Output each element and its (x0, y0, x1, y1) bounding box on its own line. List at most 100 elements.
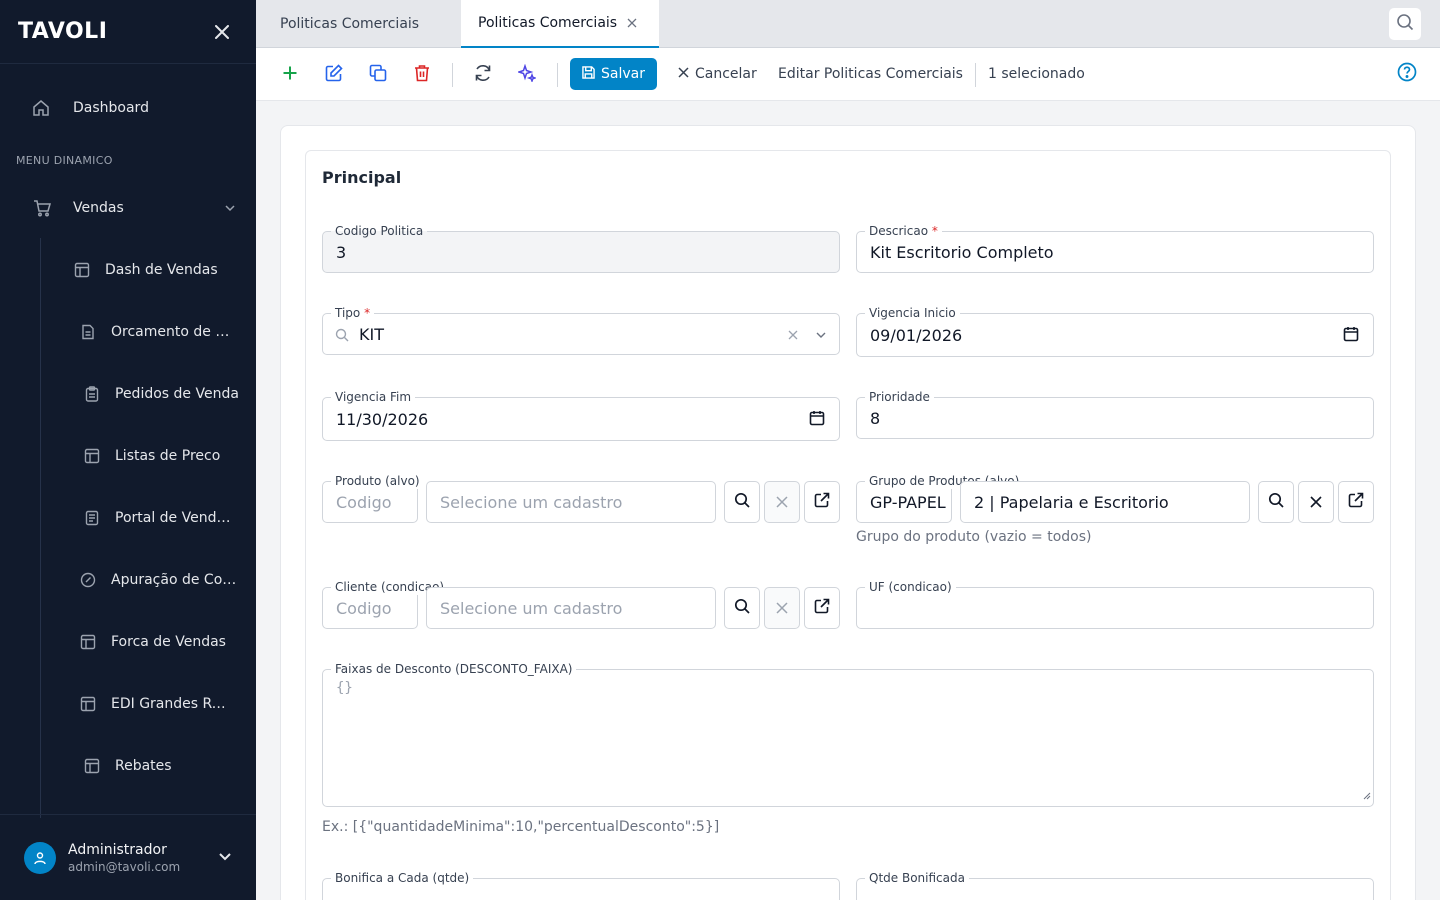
clear-icon[interactable] (787, 327, 799, 346)
avatar (24, 841, 56, 874)
plus-icon (282, 65, 298, 85)
toolbar-divider (452, 63, 453, 87)
sidebar: TAVOLI Dashboard MENU DINAMICO Vendas Da… (0, 0, 256, 900)
sidebar-subitem-label: Listas de Preco (115, 448, 221, 464)
save-label: Salvar (601, 66, 645, 82)
grupo-search-button[interactable] (1258, 481, 1294, 523)
grupo-hint: Grupo do produto (vazio = todos) (856, 529, 1092, 545)
sidebar-item-vendas[interactable]: Vendas (26, 188, 236, 228)
field-label: UF (condicao) (865, 579, 956, 595)
sidebar-subitem-listas-preco[interactable]: Listas de Preco (81, 436, 241, 476)
sidebar-subitem-edi[interactable]: EDI Grandes Redes (77, 684, 227, 724)
help-icon (1397, 62, 1417, 86)
vigencia-fim-date[interactable]: Vigencia Fim 11/30/2026 (322, 389, 840, 441)
calendar-icon[interactable] (1343, 326, 1359, 346)
duplicate-button[interactable] (364, 61, 392, 89)
toolbar-divider (557, 63, 558, 87)
layout-icon (81, 758, 103, 774)
sidebar-subitem-apuracao[interactable]: Apuração de Comissões (77, 560, 237, 600)
produto-open-button[interactable] (804, 481, 840, 523)
produto-name-input[interactable]: Selecione um cadastro (426, 481, 716, 523)
global-search-button[interactable] (1388, 7, 1422, 41)
cliente-name-input[interactable]: Selecione um cadastro (426, 587, 716, 629)
calendar-icon[interactable] (809, 410, 825, 430)
prioridade-field[interactable]: Prioridade 8 (856, 389, 1374, 439)
field-placeholder: Codigo (336, 598, 392, 618)
produto-search-button[interactable] (724, 481, 760, 523)
tab-politicas-comerciais-1[interactable]: Politicas Comerciais (280, 0, 419, 48)
bonifica-cada-field[interactable]: Bonifica a Cada (qtde) (322, 870, 840, 900)
ai-assist-button[interactable] (513, 61, 541, 89)
sidebar-subitem-pedidos[interactable]: Pedidos de Venda (81, 374, 241, 414)
faixas-desconto-textarea[interactable]: Faixas de Desconto (DESCONTO_FAIXA) {} (322, 661, 1374, 807)
help-button[interactable] (1396, 62, 1418, 86)
sidebar-subitem-label: Orcamento de Vendas (111, 324, 237, 340)
vigencia-inicio-date[interactable]: Vigencia Inicio 09/01/2026 (856, 305, 1374, 357)
sidebar-item-dashboard[interactable]: Dashboard (26, 88, 230, 128)
clipboard-icon (81, 386, 103, 402)
sidebar-subitem-rebates[interactable]: Rebates (81, 746, 231, 786)
field-value: 09/01/2026 (870, 325, 963, 345)
home-icon (26, 99, 56, 117)
sidebar-subitem-forca-vendas[interactable]: Forca de Vendas (77, 622, 237, 662)
resize-handle-icon[interactable] (1363, 785, 1371, 804)
refresh-icon (474, 64, 492, 86)
external-link-icon (814, 598, 830, 618)
grupo-open-button[interactable] (1338, 481, 1374, 523)
cancel-button[interactable]: Cancelar (678, 58, 757, 90)
user-menu[interactable]: Administrador admin@tavoli.com (0, 814, 256, 900)
delete-button[interactable] (408, 61, 436, 89)
cart-icon (26, 199, 58, 217)
tab-politicas-comerciais-2[interactable]: Politicas Comerciais (461, 0, 659, 48)
uf-field[interactable]: UF (condicao) (856, 579, 1374, 629)
qtde-bonificada-field[interactable]: Qtde Bonificada (856, 870, 1374, 900)
save-icon (582, 65, 595, 83)
chevron-down-icon (224, 199, 236, 218)
save-button[interactable]: Salvar (570, 58, 657, 90)
chevron-down-icon[interactable] (218, 848, 232, 867)
field-label: Qtde Bonificada (865, 870, 969, 886)
grupo-code-input[interactable]: Grupo de Produtos (alvo) GP-PAPEL (856, 473, 1024, 523)
menu-section-label: MENU DINAMICO (16, 154, 113, 167)
tab-label: Politicas Comerciais (478, 15, 618, 31)
sidebar-subitem-orcamento[interactable]: Orcamento de Vendas (77, 312, 237, 352)
sidebar-subitem-label: EDI Grandes Redes (111, 696, 227, 712)
cliente-code-input[interactable]: Cliente (condicao) Codigo (322, 579, 449, 629)
edit-mode-label: Editar Politicas Comerciais (778, 66, 963, 82)
section-title: Principal (322, 168, 402, 187)
layout-icon (77, 696, 99, 712)
cliente-clear-button[interactable] (764, 587, 800, 629)
refresh-button[interactable] (469, 61, 497, 89)
close-tab-icon[interactable] (627, 18, 637, 28)
tab-label: Politicas Comerciais (280, 16, 420, 32)
field-value: 3 (336, 242, 347, 262)
produto-code-input[interactable]: Produto (alvo) Codigo (322, 473, 424, 523)
cliente-search-button[interactable] (724, 587, 760, 629)
grupo-clear-button[interactable] (1298, 481, 1334, 523)
add-button[interactable] (276, 61, 304, 89)
vendas-submenu: Dash de Vendas Orcamento de Vendas Pedid… (40, 238, 256, 818)
sidebar-subitem-portal[interactable]: Portal de Vendas (81, 498, 231, 538)
close-icon[interactable] (212, 22, 232, 42)
sidebar-subitem-label: Apuração de Comissões (111, 572, 237, 588)
produto-clear-button[interactable] (764, 481, 800, 523)
trash-icon (414, 64, 430, 86)
close-icon (776, 493, 788, 512)
app-logo: TAVOLI (18, 19, 108, 44)
field-label: Bonifica a Cada (qtde) (331, 870, 474, 886)
grupo-name-input[interactable]: 2 | Papelaria e Escritorio (960, 481, 1250, 523)
tipo-select[interactable]: Tipo * KIT (322, 305, 840, 355)
layout-icon (71, 262, 93, 278)
sidebar-subitem-dash-vendas[interactable]: Dash de Vendas (71, 250, 241, 290)
close-icon (1310, 493, 1322, 512)
cliente-open-button[interactable] (804, 587, 840, 629)
field-label: Faixas de Desconto (DESCONTO_FAIXA) (331, 661, 577, 677)
descricao-field[interactable]: Descricao * Kit Escritorio Completo (856, 223, 1374, 273)
document-icon (77, 324, 99, 340)
faixas-hint: Ex.: [{"quantidadeMinima":10,"percentual… (322, 819, 720, 835)
external-link-icon (814, 492, 830, 512)
chevron-down-icon[interactable] (815, 327, 827, 346)
search-icon (1396, 13, 1414, 35)
field-placeholder: Selecione um cadastro (440, 598, 623, 618)
edit-button[interactable] (320, 61, 348, 89)
